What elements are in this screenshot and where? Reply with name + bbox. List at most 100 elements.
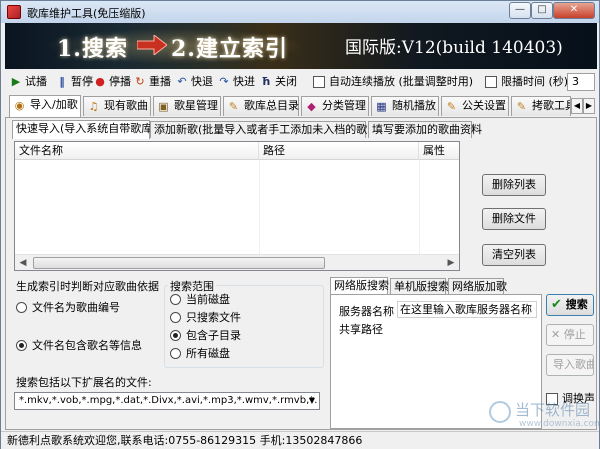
scroll-right-icon[interactable]: ▶ [443, 255, 459, 271]
tab-existing-songs[interactable]: ♫ 现有歌曲 [83, 96, 151, 116]
tab-random-play[interactable]: ▦ 随机播放 [371, 96, 439, 116]
import-songs-button[interactable]: 导入歌曲 [546, 354, 594, 376]
singer-icon: ▣ [158, 100, 169, 113]
settings-icon: ✎ [446, 100, 457, 113]
tab-label: 导入/加歌 [30, 98, 78, 111]
radio-filename-contains-title[interactable]: 文件名包含歌名等信息 [16, 338, 142, 353]
search-label: 搜索 [565, 298, 588, 311]
time-limit-checkbox[interactable]: 限播时间 (秒) [485, 73, 568, 91]
close-window-button[interactable]: ✕ [553, 2, 595, 19]
file-list-header: 文件名称 路径 属性 [15, 142, 459, 160]
tab-pr-settings[interactable]: ✎ 公关设置 [441, 96, 509, 116]
checkbox-box[interactable] [313, 76, 325, 88]
radio-button[interactable] [170, 294, 181, 305]
tab-song-catalog[interactable]: ✎ 歌库总目录 [223, 96, 299, 116]
subtab-add-new-songs[interactable]: 添加新歌(批量导入或者手工添加未入档的歌曲) [150, 121, 383, 138]
tab-standalone-search[interactable]: 单机版搜索 [390, 278, 449, 295]
tab-label: 现有歌曲 [104, 99, 148, 112]
stop-search-button[interactable]: ✕ 停止 [546, 324, 594, 346]
random-icon: ▦ [376, 100, 387, 113]
radio-button[interactable] [170, 330, 181, 341]
tab-singer-management[interactable]: ▣ 歌星管理 [153, 96, 221, 116]
rewind-button[interactable]: ↶ 快退 [175, 73, 213, 91]
radio-button[interactable] [16, 302, 27, 313]
tab-copy-tool[interactable]: ✎ 拷歌工具 [511, 96, 571, 116]
forward-label: 快进 [233, 75, 255, 88]
replay-button[interactable]: ↻ 重播 [133, 73, 171, 91]
column-header-path[interactable]: 路径 [259, 142, 419, 160]
tab-import[interactable]: ◉ 导入/加歌 [9, 95, 81, 117]
auto-continuous-label: 自动连续播放 (批量调整时用) [329, 75, 474, 88]
close-player-label: 关闭 [275, 75, 297, 88]
watermark: 当下软件园 www.downxia.com [489, 399, 600, 433]
stop-x-icon: ✕ [551, 328, 561, 341]
column-header-attributes[interactable]: 属性 [419, 142, 459, 160]
tab-scroll-right-button[interactable]: ▶ [583, 98, 595, 114]
radio-button[interactable] [170, 348, 181, 359]
play-icon: ▶ [11, 75, 21, 88]
watermark-logo-icon [489, 401, 511, 423]
time-limit-input[interactable]: 3 [567, 73, 595, 91]
tab-network-add-song[interactable]: 网络版加歌 [448, 278, 507, 295]
tab-scroll-left-button[interactable]: ◀ [571, 98, 583, 114]
replay-icon: ↻ [135, 75, 145, 88]
clear-list-button[interactable]: 清空列表 [482, 244, 546, 266]
subtab-quick-import[interactable]: 快速导入(导入系统自带歌库) [12, 120, 157, 139]
index-basis-label: 生成索引时判断对应歌曲依据 [16, 280, 159, 293]
tab-label: 歌星管理 [174, 99, 218, 112]
delete-file-button[interactable]: 删除文件 [482, 208, 546, 230]
extensions-combobox[interactable]: *.mkv,*.vob,*.mpg,*.dat,*.Divx,*.avi,*.m… [14, 392, 320, 410]
tab-label: 歌库总目录 [244, 99, 299, 112]
search-button[interactable]: ✔ 搜索 [546, 294, 594, 316]
songs-icon: ♫ [88, 100, 99, 113]
search-range-group: 搜索范围 当前磁盘 只搜索文件 包含子目录 所有磁盘 [164, 278, 324, 368]
scrollbar-thumb[interactable] [33, 257, 325, 269]
radio-include-subdirs[interactable]: 包含子目录 [170, 328, 241, 343]
title-bar: 歌库维护工具(免压缩版) — □ ✕ [1, 1, 599, 23]
main-tab-strip: ◉ 导入/加歌 ♫ 现有歌曲 ▣ 歌星管理 ✎ 歌库总目录 ◆ 分类管理 ▦ 随… [5, 95, 597, 117]
pause-icon: ‖ [59, 75, 65, 88]
share-path-label: 共享路径 [339, 323, 383, 336]
subtab-fill-song-info[interactable]: 填写要添加的歌曲资料 [368, 121, 482, 138]
radio-label: 文件名为歌曲编号 [32, 301, 120, 314]
server-name-input[interactable]: 在这里输入歌库服务器名称 [397, 301, 537, 318]
close-player-button[interactable]: ħ 关闭 [259, 73, 297, 91]
forward-icon: ↷ [219, 75, 229, 88]
banner: 1.搜索 2.建立索引 国际版:V12(build 140403) [5, 23, 597, 69]
pause-button[interactable]: ‖ 暂停 [55, 73, 93, 91]
delete-list-button[interactable]: 删除列表 [482, 174, 546, 196]
radio-label: 文件名包含歌名等信息 [32, 339, 142, 352]
tab-network-search[interactable]: 网络版搜索 [330, 277, 389, 295]
rewind-icon: ↶ [177, 75, 187, 88]
check-icon: ✔ [551, 297, 562, 312]
radio-current-disk[interactable]: 当前磁盘 [170, 292, 230, 307]
horizontal-scrollbar[interactable]: ◀ ▶ [15, 254, 459, 270]
watermark-url: www.downxia.com [519, 419, 600, 429]
minimize-button[interactable]: — [509, 2, 531, 19]
play-button[interactable]: ▶ 试播 [9, 73, 47, 91]
radio-button[interactable] [16, 340, 27, 351]
radio-button[interactable] [170, 312, 181, 323]
replay-label: 重播 [149, 75, 171, 88]
maximize-button[interactable]: □ [531, 2, 553, 19]
auto-continuous-checkbox[interactable]: 自动连续播放 (批量调整时用) [313, 73, 473, 91]
time-limit-label: 限播时间 (秒) [501, 75, 569, 88]
checkbox-box[interactable] [485, 76, 497, 88]
column-header-filename[interactable]: 文件名称 [15, 142, 259, 160]
import-icon: ◉ [14, 99, 25, 112]
app-icon [7, 5, 21, 19]
server-name-label: 服务器名称 [339, 305, 394, 318]
banner-arrow-icon [137, 35, 167, 55]
play-label: 试播 [25, 75, 47, 88]
forward-button[interactable]: ↷ 快进 [217, 73, 255, 91]
scroll-left-icon[interactable]: ◀ [15, 255, 31, 271]
stop-button[interactable]: ● 停播 [93, 73, 131, 91]
chevron-down-icon[interactable]: ▼ [305, 393, 319, 409]
radio-files-only[interactable]: 只搜索文件 [170, 310, 241, 325]
radio-all-disks[interactable]: 所有磁盘 [170, 346, 230, 361]
file-list[interactable]: 文件名称 路径 属性 ◀ ▶ [14, 141, 460, 271]
tab-category-management[interactable]: ◆ 分类管理 [301, 96, 369, 116]
import-panel: 快速导入(导入系统自带歌库) 添加新歌(批量导入或者手工添加未入档的歌曲) 填写… [5, 117, 597, 430]
stop-label: 停播 [109, 75, 131, 88]
radio-filename-is-number[interactable]: 文件名为歌曲编号 [16, 300, 120, 315]
